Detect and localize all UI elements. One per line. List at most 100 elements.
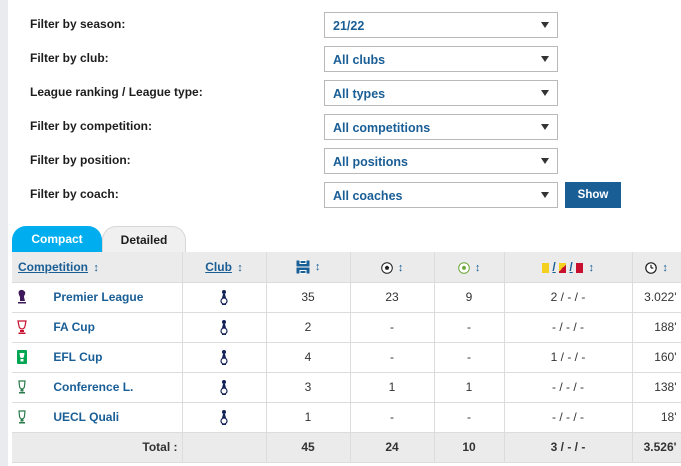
yellow-red-card-icon [559,262,567,273]
goals-cell: - [350,312,435,343]
table-row: UECL Quali 1 - - - / - / - 18' [12,402,681,433]
assists-cell: - [434,342,505,373]
show-button[interactable]: Show [565,182,621,208]
competition-link[interactable]: UECL Quali [53,410,119,424]
header-competition[interactable]: Competition ↕ [12,252,183,283]
efl-cup-logo [17,350,27,364]
appearances-cell[interactable]: 1 [266,402,351,433]
chevron-down-icon [541,22,549,28]
minutes-cell: 160' [632,342,681,373]
assists-cell: 9 [434,282,505,313]
table-total-row: Total : 45 24 10 3 / - / - 3.526' [12,432,681,463]
chevron-down-icon [541,192,549,198]
chevron-down-icon [541,90,549,96]
table-header-row: Competition ↕ Club ↕ ↕ ↕ ↕ / / ↕ ↕ [12,252,681,283]
table-row: Conference L. 3 1 1 - / - / - 138' [12,372,681,403]
club-select-value: All clubs [333,53,386,67]
sort-icon: ↕ [662,261,668,274]
filter-row-league-type: League ranking / League type: All types [8,80,681,106]
coach-select[interactable]: All coaches [324,182,558,208]
header-minutes[interactable]: ↕ [632,252,681,283]
assist-ball-icon [457,261,470,274]
header-competition-label: Competition [18,259,88,274]
competition-cell: UECL Quali [12,402,183,433]
header-club[interactable]: Club ↕ [182,252,267,283]
minutes-cell: 188' [632,312,681,343]
club-select[interactable]: All clubs [324,46,558,72]
appearances-cell[interactable]: 35 [266,282,351,313]
goals-cell: - [350,342,435,373]
filter-row-season: Filter by season: 21/22 [8,12,681,38]
sort-icon: ↕ [314,261,321,274]
header-cards[interactable]: / / ↕ [504,252,633,283]
competition-link[interactable]: EFL Cup [53,350,102,364]
total-club-cell [182,432,267,463]
total-assists: 10 [434,432,505,463]
header-assists[interactable]: ↕ [434,252,505,283]
tottenham-crest-icon[interactable] [217,379,231,395]
minutes-cell: 18' [632,402,681,433]
uecl-quali-logo [18,410,26,424]
red-card-icon [576,262,584,273]
competition-select-value: All competitions [333,121,431,135]
tab-compact[interactable]: Compact [12,226,102,252]
competition-link[interactable]: Premier League [53,290,143,304]
minutes-cell: 138' [632,372,681,403]
total-goals: 24 [350,432,435,463]
cards-cell: 1 / - / - [504,342,633,373]
appearances-cell[interactable]: 2 [266,312,351,343]
assists-cell: 1 [434,372,505,403]
filter-season-label: Filter by season: [30,17,126,31]
competition-cell: Conference L. [12,372,183,403]
sort-icon: ↕ [588,261,594,274]
position-select[interactable]: All positions [324,148,558,174]
fa-cup-logo [17,320,27,334]
premier-league-logo [18,289,26,304]
season-select-value: 21/22 [333,19,365,33]
pitch-icon [296,260,310,275]
season-select[interactable]: 21/22 [324,12,558,38]
sort-icon: ↕ [93,261,99,274]
league-type-select[interactable]: All types [324,80,558,106]
tottenham-crest-icon[interactable] [217,349,231,365]
total-cards: 3 / - / - [504,432,633,463]
tottenham-crest-icon[interactable] [217,409,231,425]
chevron-down-icon [541,56,549,62]
cards-cell: 2 / - / - [504,282,633,313]
club-cell [182,312,267,343]
total-label: Total : [12,432,183,463]
table-row: Premier League 35 23 9 2 / - / - 3.022' [12,282,681,313]
competition-link[interactable]: FA Cup [53,320,95,334]
football-icon [380,261,393,274]
filter-row-competition: Filter by competition: All competitions [8,114,681,140]
filter-club-label: Filter by club: [30,51,109,65]
sort-icon: ↕ [397,261,404,274]
appearances-cell[interactable]: 4 [266,342,351,373]
filter-league-type-label: League ranking / League type: [30,85,203,99]
chevron-down-icon [541,124,549,130]
header-appearances[interactable]: ↕ [266,252,351,283]
header-goals[interactable]: ↕ [350,252,435,283]
filter-row-position: Filter by position: All positions [8,148,681,174]
goals-cell: - [350,402,435,433]
tottenham-crest-icon[interactable] [217,289,231,305]
tottenham-crest-icon[interactable] [217,319,231,335]
assists-cell: - [434,402,505,433]
filter-coach-label: Filter by coach: [30,187,119,201]
table-row: EFL Cup 4 - - 1 / - / - 160' [12,342,681,373]
table-row: FA Cup 2 - - - / - / - 188' [12,312,681,343]
cards-cell: - / - / - [504,402,633,433]
competition-cell: EFL Cup [12,342,183,373]
competition-cell: FA Cup [12,312,183,343]
card-separator: / [569,259,573,274]
sort-icon: ↕ [474,261,481,274]
minutes-cell: 3.022' [632,282,681,313]
tab-detailed[interactable]: Detailed [102,226,186,252]
chevron-down-icon [541,158,549,164]
club-cell [182,342,267,373]
card-separator: / [552,259,556,274]
player-stats-panel: Filter by season: 21/22 Filter by club: … [8,0,681,466]
appearances-cell[interactable]: 3 [266,372,351,403]
competition-link[interactable]: Conference L. [53,380,133,394]
competition-select[interactable]: All competitions [324,114,558,140]
